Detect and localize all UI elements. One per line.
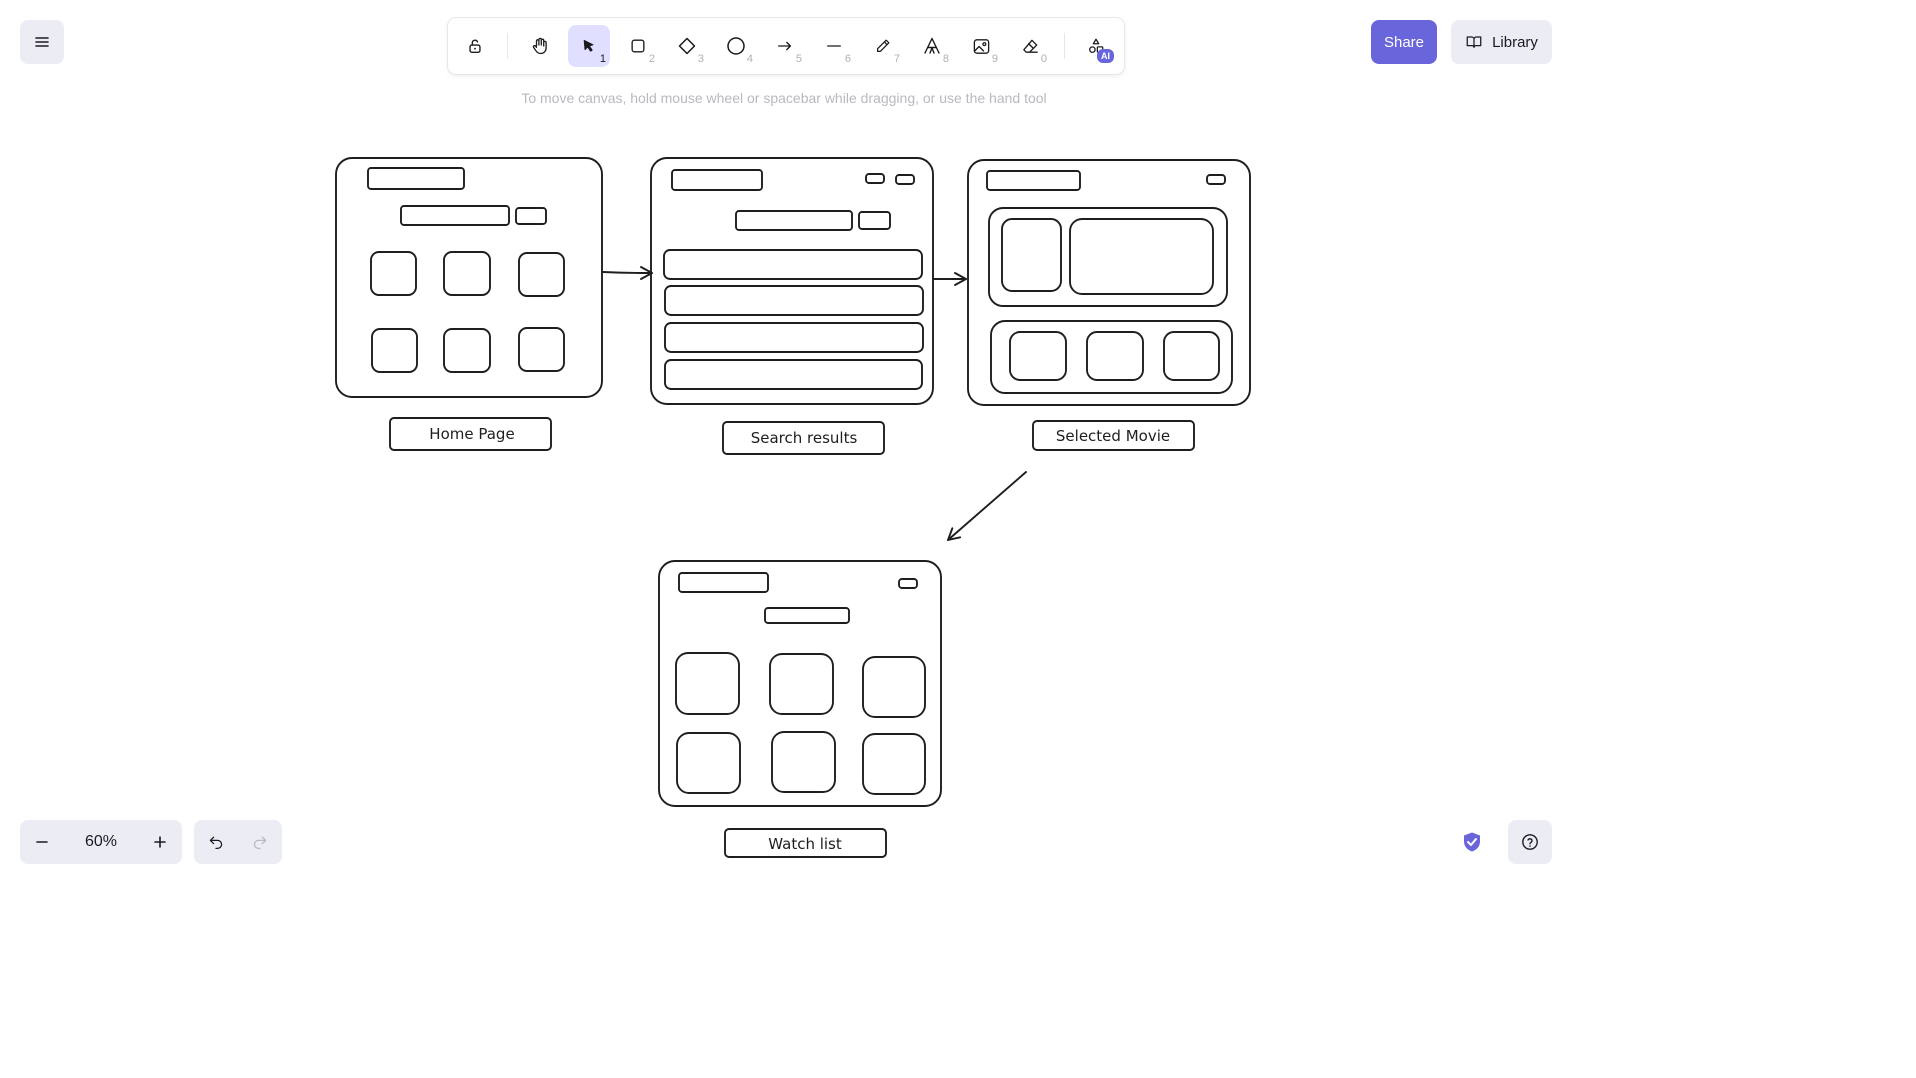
- home-page-wireframe[interactable]: [335, 157, 603, 398]
- home-page-caption[interactable]: Home Page: [389, 417, 552, 451]
- zoom-level-reset[interactable]: 60%: [64, 833, 138, 851]
- flow-arrow[interactable]: [602, 266, 653, 280]
- help-button[interactable]: [1508, 820, 1552, 864]
- plus-icon: [154, 836, 166, 848]
- flow-arrow[interactable]: [947, 471, 1027, 541]
- search-results-wireframe[interactable]: [650, 157, 934, 405]
- help-circle-icon: [1522, 834, 1538, 850]
- undo-button[interactable]: [194, 820, 238, 864]
- drawing-canvas[interactable]: Home Page Search results Selected Movie …: [0, 0, 1568, 882]
- selected-movie-caption[interactable]: Selected Movie: [1032, 420, 1195, 451]
- watch-list-caption[interactable]: Watch list: [724, 828, 887, 858]
- search-results-caption[interactable]: Search results: [722, 421, 885, 455]
- undo-icon: [209, 836, 223, 850]
- caption-text: Home Page: [429, 425, 514, 443]
- history-controls: [194, 820, 282, 864]
- shield-check-icon[interactable]: [1460, 830, 1484, 854]
- selected-movie-wireframe[interactable]: [967, 159, 1251, 406]
- caption-text: Search results: [751, 429, 858, 447]
- minus-icon: [36, 841, 48, 843]
- caption-text: Watch list: [768, 835, 842, 853]
- zoom-out-button[interactable]: [20, 820, 64, 864]
- watch-list-wireframe[interactable]: [658, 560, 942, 807]
- redo-button[interactable]: [238, 820, 282, 864]
- zoom-in-button[interactable]: [138, 820, 182, 864]
- caption-text: Selected Movie: [1056, 427, 1170, 445]
- zoom-controls: 60%: [20, 820, 182, 864]
- redo-icon: [253, 836, 267, 850]
